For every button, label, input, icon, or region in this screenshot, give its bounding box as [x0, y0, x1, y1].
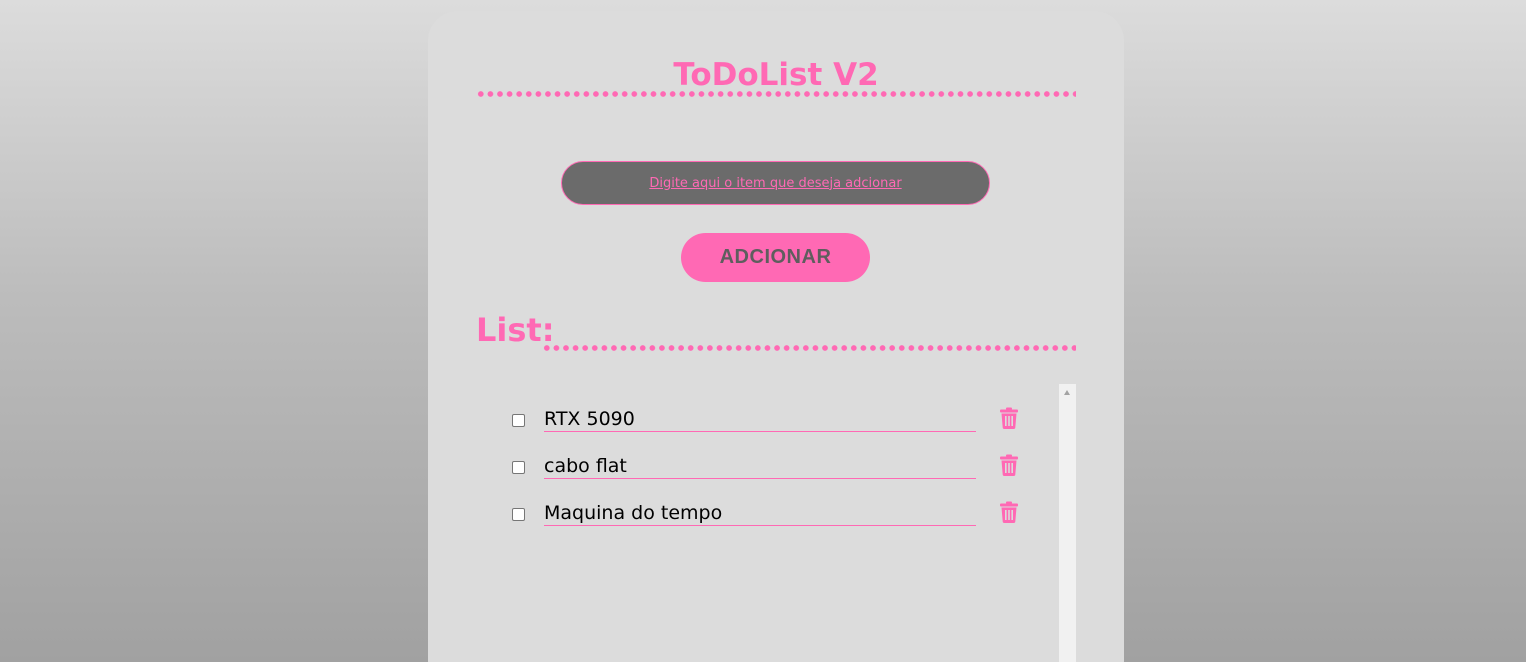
trash-icon[interactable] [1000, 454, 1018, 476]
page-title: ToDoList V2 [673, 57, 879, 93]
items-list: RTX 5090 cabo flat Maquina do tempo [476, 384, 1076, 662]
list-item: Maquina do tempo [476, 491, 1036, 527]
trash-icon[interactable] [1000, 407, 1018, 429]
add-button[interactable]: ADCIONAR [681, 233, 870, 282]
item-input-placeholder: Digite aqui o item que deseja adcionar [649, 175, 902, 191]
item-checkbox[interactable] [512, 461, 525, 474]
trash-icon[interactable] [1000, 501, 1018, 523]
item-checkbox[interactable] [512, 414, 525, 427]
item-text[interactable]: cabo flat [544, 454, 976, 479]
list-item: RTX 5090 [476, 397, 1036, 433]
title-section: ToDoList V2 [476, 51, 1076, 111]
list-heading: List: [476, 311, 555, 349]
item-input[interactable]: Digite aqui o item que deseja adcionar [561, 161, 990, 205]
item-text[interactable]: Maquina do tempo [544, 501, 976, 526]
scroll-up-arrow-icon[interactable] [1064, 390, 1070, 395]
title-dotted-divider [476, 91, 1076, 97]
todo-card: ToDoList V2 Digite aqui o item que desej… [428, 11, 1124, 662]
list-scrollbar[interactable] [1059, 384, 1076, 662]
list-item: cabo flat [476, 444, 1036, 480]
list-dotted-divider [542, 345, 1076, 351]
item-text[interactable]: RTX 5090 [544, 407, 976, 432]
list-header: List: [476, 309, 1076, 357]
item-checkbox[interactable] [512, 508, 525, 521]
